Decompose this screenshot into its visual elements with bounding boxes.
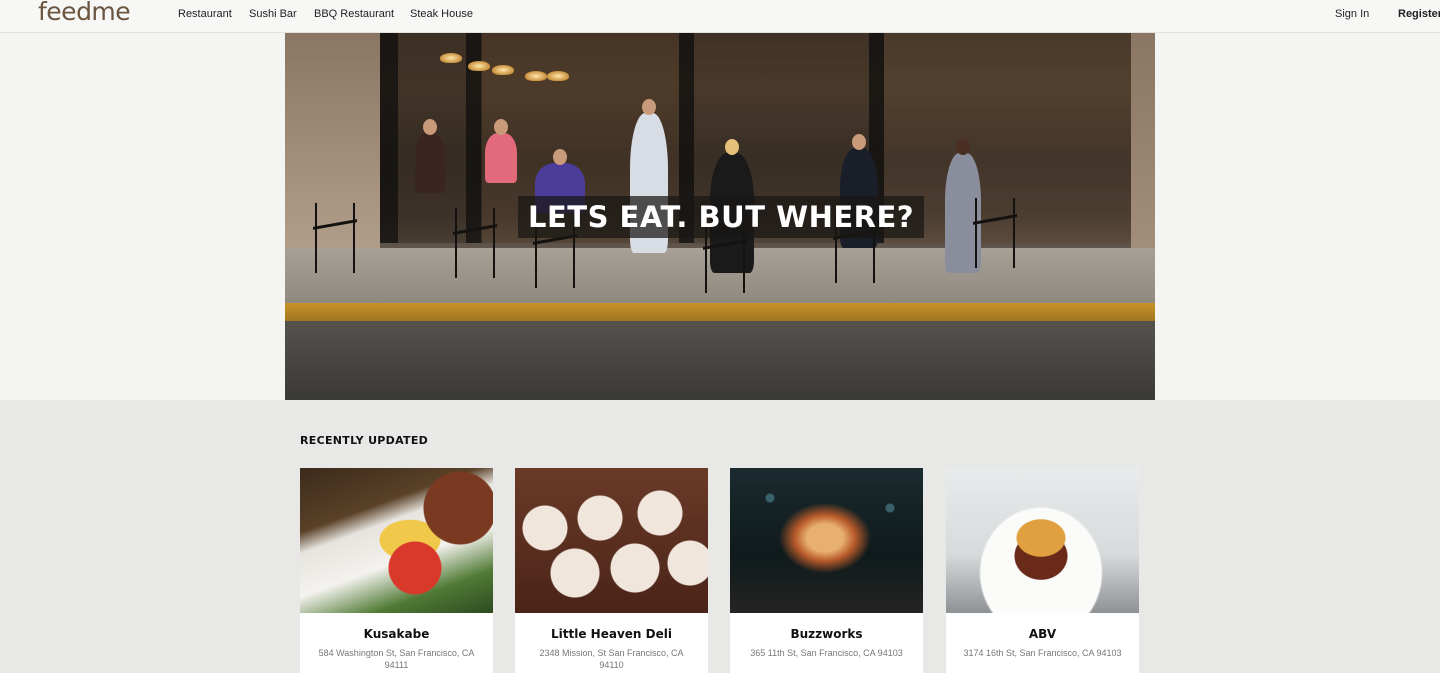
register-link[interactable]: Register [1398,8,1440,20]
hero-chair [455,208,495,278]
nav-link-bbq-restaurant[interactable]: BBQ Restaurant [314,8,394,20]
hero-lamp [492,65,514,75]
restaurant-name[interactable]: Little Heaven Deli [515,627,708,641]
restaurant-card-little-heaven-deli[interactable]: Little Heaven Deli 2348 Mission, St San … [515,468,708,673]
nav-link-steak-house[interactable]: Steak House [410,8,473,20]
hero-chair [975,198,1015,268]
hero-title: LETS EAT. BUT WHERE? [518,196,925,238]
restaurant-photo[interactable] [300,468,493,613]
restaurant-card-buzzworks[interactable]: Buzzworks 365 11th St, San Francisco, CA… [730,468,923,673]
restaurant-address: 2348 Mission, St San Francisco, CA 94110 [539,648,684,670]
hero-lamp [525,71,547,81]
restaurant-address: 584 Washington St, San Francisco, CA 941… [318,648,475,670]
restaurant-card-kusakabe[interactable]: Kusakabe 584 Washington St, San Francisc… [300,468,493,673]
hero-lamp [547,71,569,81]
nav-link-sushi-bar[interactable]: Sushi Bar [249,8,297,20]
top-navigation-bar: feedme Restaurant Sushi Bar BBQ Restaura… [0,0,1440,33]
sign-in-link[interactable]: Sign In [1335,8,1369,20]
feedme-logo[interactable]: feedme [38,0,131,26]
hero-image: LETS EAT. BUT WHERE? [285,33,1155,400]
hero-chair [315,203,355,273]
recently-updated-heading: RECENTLY UPDATED [300,434,429,447]
restaurant-name[interactable]: ABV [946,627,1139,641]
hero-person [485,119,517,183]
restaurant-photo[interactable] [515,468,708,613]
hero-road [285,321,1155,400]
restaurant-address: 3174 16th St, San Francisco, CA 94103 [963,648,1122,658]
restaurant-name[interactable]: Buzzworks [730,627,923,641]
restaurant-photo[interactable] [730,468,923,613]
hero-lamp [440,53,462,63]
restaurant-card-abv[interactable]: ABV 3174 16th St, San Francisco, CA 9410… [946,468,1139,673]
hero-person [415,119,445,193]
restaurant-name[interactable]: Kusakabe [300,627,493,641]
hero-lamp [468,61,490,71]
hero-curb [285,303,1155,321]
restaurant-photo[interactable] [946,468,1139,613]
nav-link-restaurant[interactable]: Restaurant [178,8,232,20]
restaurant-address: 365 11th St, San Francisco, CA 94103 [750,648,903,658]
